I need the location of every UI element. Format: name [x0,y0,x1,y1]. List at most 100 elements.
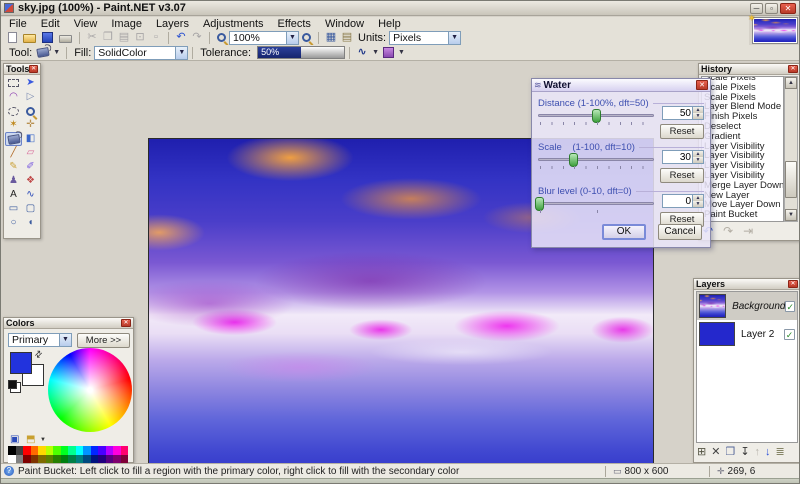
palette-swatch[interactable] [113,446,121,455]
layer-visible-checkbox[interactable]: ✓ [784,329,795,340]
palette-swatch[interactable] [16,446,24,455]
scrollbar-thumb[interactable] [785,161,797,198]
swap-colors-icon[interactable]: ⇄ [32,348,45,361]
undo-icon[interactable]: ↶ [173,31,189,44]
menu-item-help[interactable]: Help [378,18,401,30]
scale-slider-thumb[interactable] [569,153,578,167]
menu-item-effects[interactable]: Effects [278,18,311,30]
close-icon[interactable]: ✕ [788,65,798,73]
tool-clone-stamp[interactable]: ♟ [5,174,22,188]
zoom-out-icon[interactable] [217,33,226,42]
history-item[interactable]: Paint Bucket [702,210,783,220]
scroll-up-button[interactable]: ▲ [785,77,797,89]
tool-lasso-select[interactable]: ◠ [5,90,22,104]
tool-move-selected-pixels[interactable]: ➤ [22,76,39,90]
merge-layer-down-button[interactable]: ↧ [740,446,749,459]
chevron-down-icon[interactable]: ▼ [398,49,405,56]
tool-rectangle-select[interactable] [5,76,22,90]
menu-item-adjustments[interactable]: Adjustments [203,18,264,30]
palette-swatch[interactable] [68,446,76,455]
tool-line-curve[interactable]: ∿ [22,188,39,202]
open-file-icon[interactable] [23,34,36,43]
more-options-button[interactable]: More >> [77,333,130,348]
close-button[interactable]: ✕ [780,3,796,14]
menu-item-view[interactable]: View [74,18,98,30]
palette-menu-icon[interactable]: ⬒ [26,434,35,445]
distance-input[interactable]: ▲▼ [662,106,704,120]
tool-paint-bucket[interactable] [5,132,22,146]
close-icon[interactable]: ✕ [29,65,38,73]
chevron-down-icon[interactable]: ▼ [59,334,71,346]
menu-item-image[interactable]: Image [111,18,142,30]
zoom-in-icon[interactable] [302,33,311,42]
zoom-level-select[interactable]: 100% ▼ [229,31,299,45]
maximize-button[interactable]: ▫ [765,3,778,14]
scale-value-field[interactable] [663,151,692,163]
tool-ellipse-select[interactable] [5,104,22,118]
tool-paintbrush[interactable]: ╱ [5,146,22,160]
close-icon[interactable]: ✕ [121,319,131,327]
tool-gradient-tool[interactable]: ◧ [22,132,39,146]
move-layer-up-button[interactable]: ↑ [755,446,761,459]
blur-level-slider[interactable] [538,202,654,205]
add-layer-button[interactable]: ⊞ [697,446,706,459]
blur-level-spinner[interactable]: ▲▼ [692,195,703,207]
layer-visible-checkbox[interactable]: ✓ [785,301,795,312]
palette-swatch[interactable] [121,446,129,455]
tool-pencil[interactable]: ✎ [5,160,22,174]
chevron-down-icon[interactable]: ▼ [372,49,379,56]
blur-level-input[interactable]: ▲▼ [662,194,704,208]
tool-zoom-tool[interactable] [22,104,39,118]
tool-rectangle-shape[interactable]: ▭ [5,202,22,216]
scale-reset-button[interactable]: Reset [660,168,704,183]
palette-swatch[interactable] [31,446,39,455]
cancel-button[interactable]: Cancel [658,224,702,240]
new-document-icon[interactable] [8,32,17,43]
units-select[interactable]: Pixels ▼ [389,31,461,45]
palette-settings-icon[interactable]: ▣ [10,434,19,445]
tool-rounded-rectangle[interactable]: ▢ [22,202,39,216]
palette-swatch[interactable] [46,446,54,455]
tool-recolor[interactable]: ❖ [22,174,39,188]
distance-slider-thumb[interactable] [592,109,601,123]
menu-item-window[interactable]: Window [325,18,364,30]
move-layer-down-button[interactable]: ↓ [765,446,771,459]
history-panel-titlebar[interactable]: History ✕ [699,64,800,75]
chevron-down-icon[interactable]: ▼ [40,437,46,443]
image-tab-thumbnail[interactable] [752,17,798,44]
palette-swatch[interactable] [23,446,31,455]
print-icon[interactable] [59,35,72,43]
distance-slider[interactable] [538,114,654,117]
layer-row[interactable]: Layer 2✓ [697,320,797,348]
palette-swatch[interactable] [83,446,91,455]
tool-color-picker[interactable]: ✐ [22,160,39,174]
distance-reset-button[interactable]: Reset [660,124,704,139]
color-mode-select[interactable]: Primary ▼ [8,333,72,347]
tool-ellipse-shape[interactable]: ○ [5,216,22,230]
palette-swatch[interactable] [98,446,106,455]
delete-layer-button[interactable]: ✕ [711,446,720,459]
tools-panel-titlebar[interactable]: Tools ✕ [4,64,40,75]
current-tool-paint-bucket-icon[interactable] [37,47,50,58]
menu-item-layers[interactable]: Layers [156,18,189,30]
title-bar[interactable]: sky.jpg (100%) - Paint.NET v3.07 ─ ▫ ✕ [1,1,799,16]
chevron-down-icon[interactable]: ▼ [53,49,60,56]
blur-level-slider-thumb[interactable] [535,197,544,211]
chevron-down-icon[interactable]: ▼ [448,32,460,44]
ruler-toggle-icon[interactable]: ▤ [339,31,355,44]
palette-swatch[interactable] [91,446,99,455]
distance-spinner[interactable]: ▲▼ [692,107,703,119]
grid-toggle-icon[interactable]: ▦ [323,31,339,44]
spinner-down-icon[interactable]: ▼ [693,201,703,207]
tool-freeform-shape[interactable]: ◖ [22,216,39,230]
palette-swatch[interactable] [76,446,84,455]
colors-panel-titlebar[interactable]: Colors ✕ [4,318,133,329]
spinner-down-icon[interactable]: ▼ [693,113,703,119]
layers-panel-titlebar[interactable]: Layers ✕ [694,279,800,290]
ok-button[interactable]: OK [602,224,646,240]
tool-text-tool[interactable]: A [5,188,22,202]
chevron-down-icon[interactable]: ▼ [175,47,187,59]
antialias-curve-icon[interactable]: ∿ [354,46,370,59]
menu-item-edit[interactable]: Edit [41,18,60,30]
save-file-icon[interactable] [42,32,53,43]
